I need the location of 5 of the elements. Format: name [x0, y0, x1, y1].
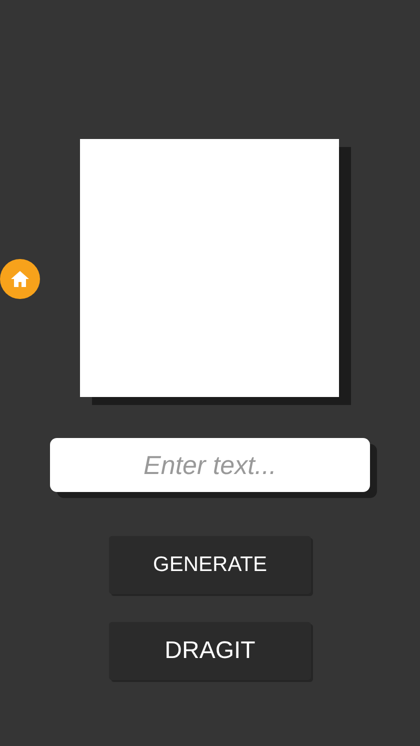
home-button[interactable] [0, 259, 40, 299]
action-button[interactable]: DRAGIT [109, 622, 311, 680]
action-button[interactable]: GENERATE [109, 536, 311, 594]
home-icon [10, 269, 30, 289]
text-input[interactable]: Enter text... [50, 438, 370, 492]
